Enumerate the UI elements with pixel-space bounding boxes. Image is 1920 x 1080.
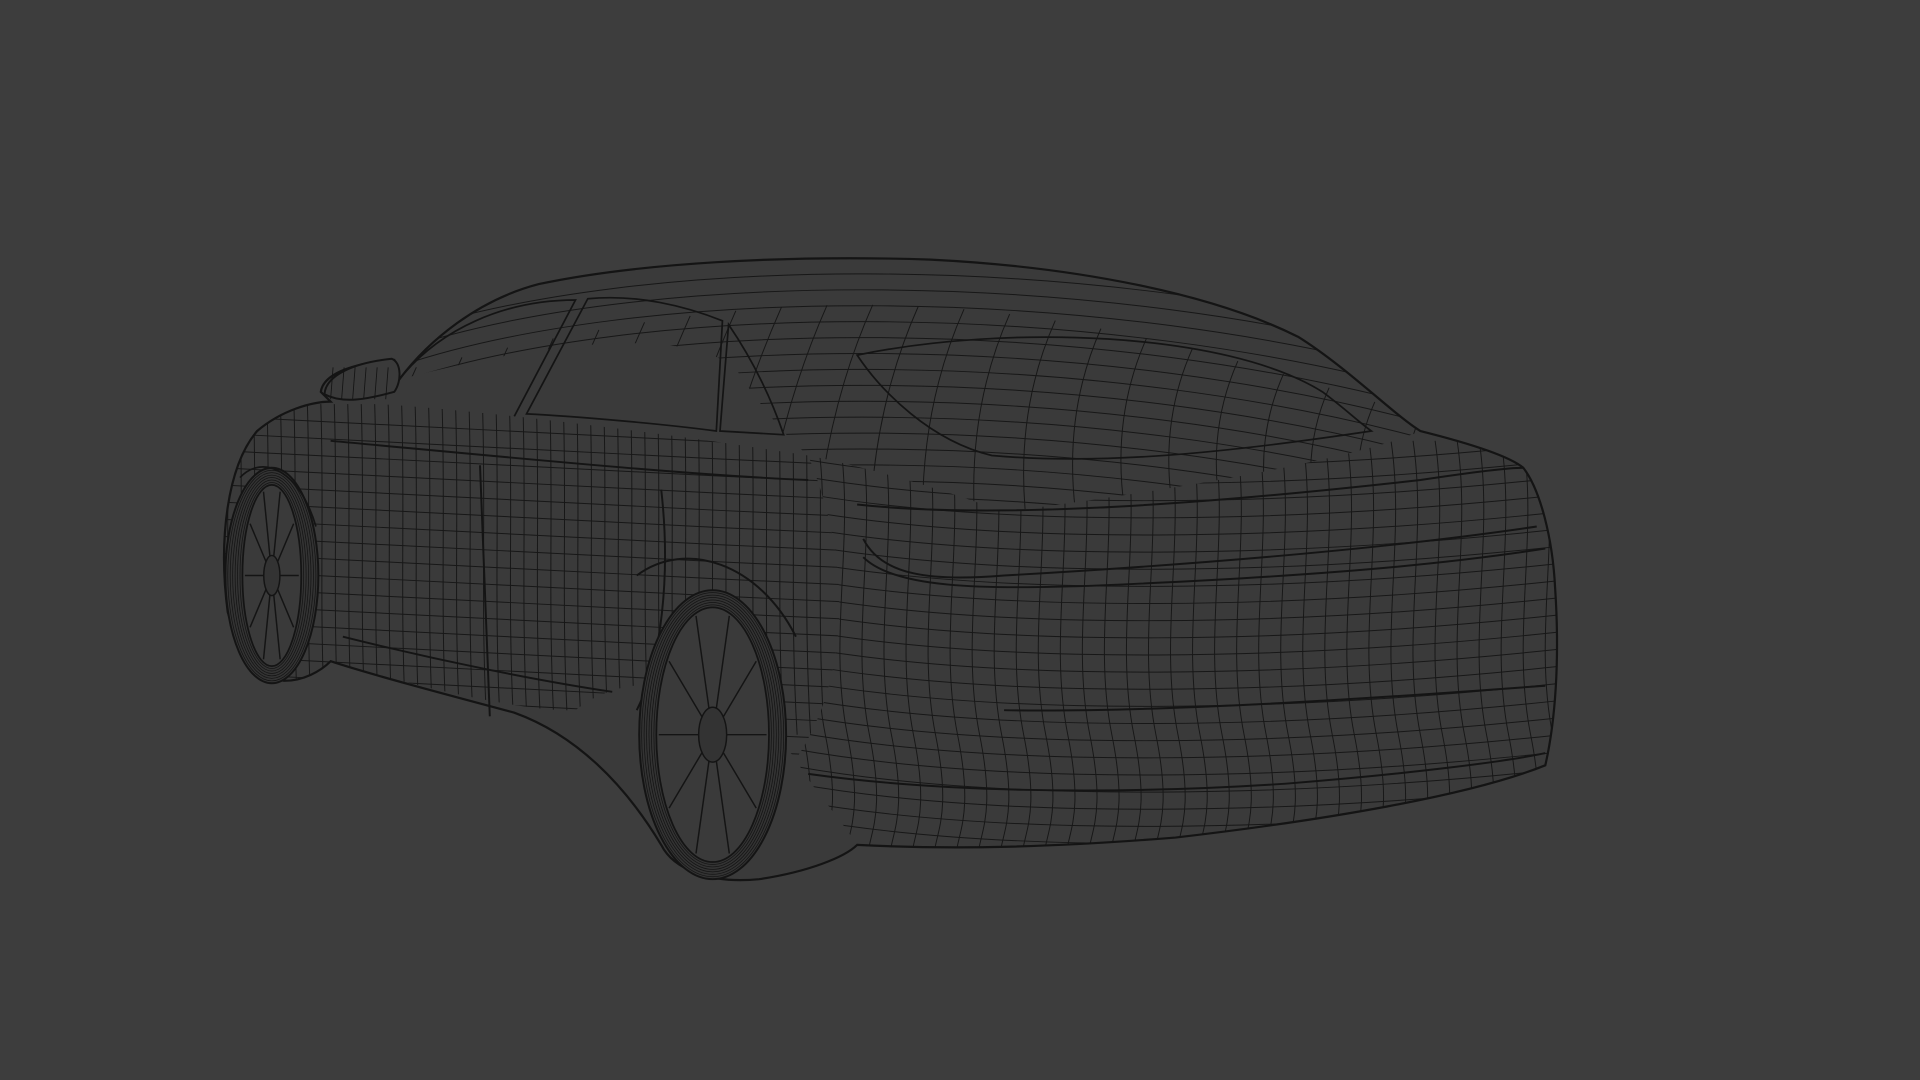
hub [697,706,728,763]
hub [263,554,281,597]
car-model [223,257,1559,882]
render-viewport[interactable] [0,0,1920,1080]
front-wheel [224,466,320,685]
rear-wheel [638,589,788,881]
car-wireframe-render [223,257,1559,882]
side-mirror [323,357,401,401]
